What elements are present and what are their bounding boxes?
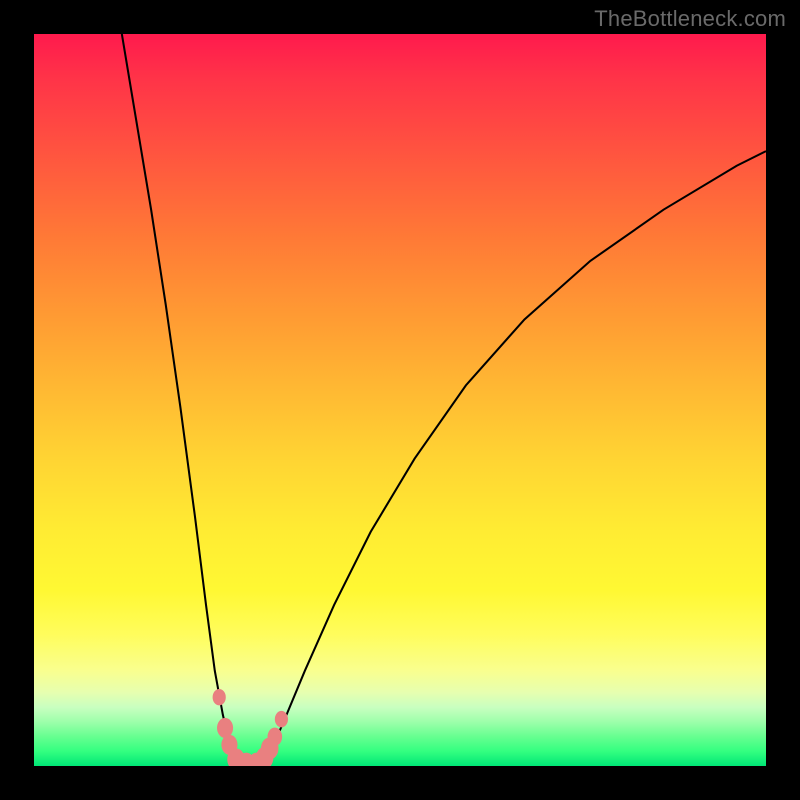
- curve-left: [122, 34, 238, 762]
- data-markers: [213, 689, 288, 766]
- data-marker: [275, 711, 288, 727]
- curve-layer: [34, 34, 766, 766]
- plot-area: [34, 34, 766, 766]
- data-marker: [268, 728, 283, 746]
- frame: TheBottleneck.com: [0, 0, 800, 800]
- curve-right: [262, 151, 766, 761]
- data-marker: [213, 689, 226, 705]
- attribution-text: TheBottleneck.com: [594, 6, 786, 32]
